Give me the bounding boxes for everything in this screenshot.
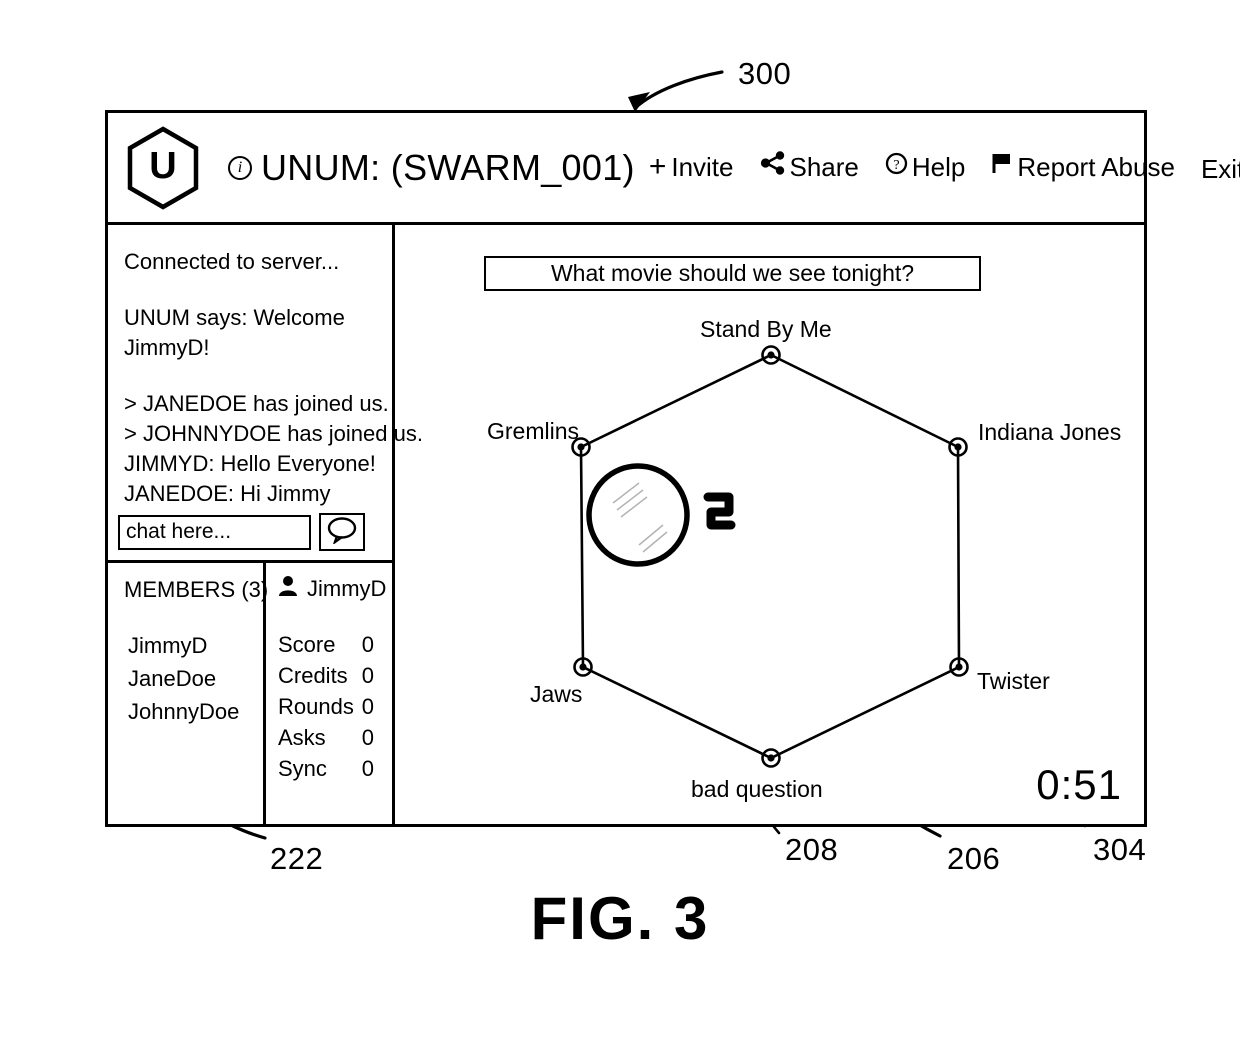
window-body: Connected to server... UNUM says: Welcom… xyxy=(108,225,1144,824)
chat-message: JANEDOE: Hi Jimmy xyxy=(124,481,331,506)
invite-label: Invite xyxy=(671,152,734,182)
report-abuse-button[interactable]: Report Abuse xyxy=(991,151,1175,182)
chat-spacer xyxy=(124,277,380,303)
answer-label-upper-right[interactable]: Indiana Jones xyxy=(978,419,1121,446)
puck-magnet-icon xyxy=(586,463,690,567)
hexagon-logo-icon: U xyxy=(126,125,200,210)
speech-bubble-icon xyxy=(325,516,359,549)
stat-value: 0 xyxy=(361,725,374,750)
callout-206: 206 xyxy=(947,841,1001,876)
chat-spacer xyxy=(124,363,380,389)
stats-user-name: JimmyD xyxy=(307,576,387,601)
stats-panel: JimmyD Score 0 Credits 0 Rounds 0 Asks 0… xyxy=(266,563,392,824)
stat-row-rounds: Rounds 0 xyxy=(278,691,374,722)
answer-label-top[interactable]: Stand By Me xyxy=(700,316,832,343)
members-heading: MEMBERS (3) xyxy=(124,577,269,602)
logo-letter: U xyxy=(149,145,177,187)
share-icon xyxy=(760,151,786,182)
stat-value: 0 xyxy=(361,632,374,657)
countdown-timer: 0:51 xyxy=(1036,761,1122,808)
session-title: UNUM: (SWARM_001) xyxy=(261,146,635,188)
exit-label: Exit xyxy=(1200,154,1240,184)
stat-row-sync: Sync 0 xyxy=(278,753,374,784)
callout-222: 222 xyxy=(270,841,324,876)
member-list-item[interactable]: JimmyD xyxy=(124,629,263,662)
callout-208-bottom: 208 xyxy=(785,832,839,867)
game-board: What movie should we see tonight? Stand … xyxy=(395,225,1144,824)
member-list-item[interactable]: JohnnyDoe xyxy=(124,695,263,728)
chat-message: > JANEDOE has joined us. xyxy=(124,391,389,416)
stat-row-credits: Credits 0 xyxy=(278,660,374,691)
answer-label-lower-left[interactable]: Jaws xyxy=(530,681,582,708)
application-window: U i UNUM: (SWARM_001) + Invite Share ? H… xyxy=(105,110,1240,827)
chat-message: Connected to server... xyxy=(124,249,340,274)
callout-304: 304 xyxy=(1093,832,1147,867)
stats-user-header: JimmyD xyxy=(278,575,392,603)
chat-panel: Connected to server... UNUM says: Welcom… xyxy=(108,225,423,563)
title-bar: U i UNUM: (SWARM_001) + Invite Share ? H… xyxy=(108,113,1240,225)
invite-button[interactable]: + Invite xyxy=(649,152,734,182)
chat-input[interactable]: chat here... xyxy=(118,514,311,550)
stat-label: Rounds xyxy=(278,694,354,719)
stat-value: 0 xyxy=(361,756,374,781)
chat-message: UNUM says: Welcome xyxy=(124,305,345,330)
info-icon[interactable]: i xyxy=(228,155,252,180)
person-icon xyxy=(278,575,298,603)
stat-value: 0 xyxy=(361,663,374,688)
roster-area: MEMBERS (3) JimmyD JaneDoe JohnnyDoe Jim… xyxy=(108,563,392,824)
session-title-block: i UNUM: (SWARM_001) xyxy=(228,147,635,189)
answer-label-upper-left[interactable]: Gremlins xyxy=(487,418,579,445)
share-label: Share xyxy=(789,151,859,182)
members-panel: MEMBERS (3) JimmyD JaneDoe JohnnyDoe xyxy=(108,563,269,824)
header-toolbar: + Invite Share ? Help Report Abuse Exit xyxy=(649,151,1240,184)
report-abuse-label: Report Abuse xyxy=(1017,151,1175,182)
stat-label: Credits xyxy=(278,663,348,688)
question-circle-icon: ? xyxy=(885,151,908,182)
callout-300: 300 xyxy=(738,56,792,91)
chat-input-row: chat here... xyxy=(118,513,365,551)
chat-send-button[interactable] xyxy=(319,513,365,551)
stat-row-asks: Asks 0 xyxy=(278,722,374,753)
chat-message: JimmyD! xyxy=(124,335,210,360)
stat-label: Asks xyxy=(278,725,326,750)
svg-text:?: ? xyxy=(893,158,899,173)
chat-message: JIMMYD: Hello Everyone! xyxy=(124,451,376,476)
stat-row-score: Score 0 xyxy=(278,629,374,660)
figure-caption: FIG. 3 xyxy=(530,885,710,952)
answer-label-bottom[interactable]: bad question xyxy=(691,776,823,803)
stat-label: Sync xyxy=(278,756,327,781)
chat-message: > JOHNNYDOE has joined us. xyxy=(124,421,423,446)
member-list-item[interactable]: JaneDoe xyxy=(124,662,263,695)
share-button[interactable]: Share xyxy=(760,151,859,182)
answer-label-lower-right[interactable]: Twister xyxy=(977,668,1050,695)
stat-label: Score xyxy=(278,632,336,657)
plus-icon: + xyxy=(648,150,667,183)
left-column: Connected to server... UNUM says: Welcom… xyxy=(108,225,423,824)
help-button[interactable]: ? Help xyxy=(885,151,965,182)
stat-value: 0 xyxy=(361,694,374,719)
cursor-pointer-icon xyxy=(703,492,736,530)
help-label: Help xyxy=(911,151,966,182)
exit-button[interactable]: Exit xyxy=(1201,156,1240,182)
flag-icon xyxy=(991,151,1013,182)
